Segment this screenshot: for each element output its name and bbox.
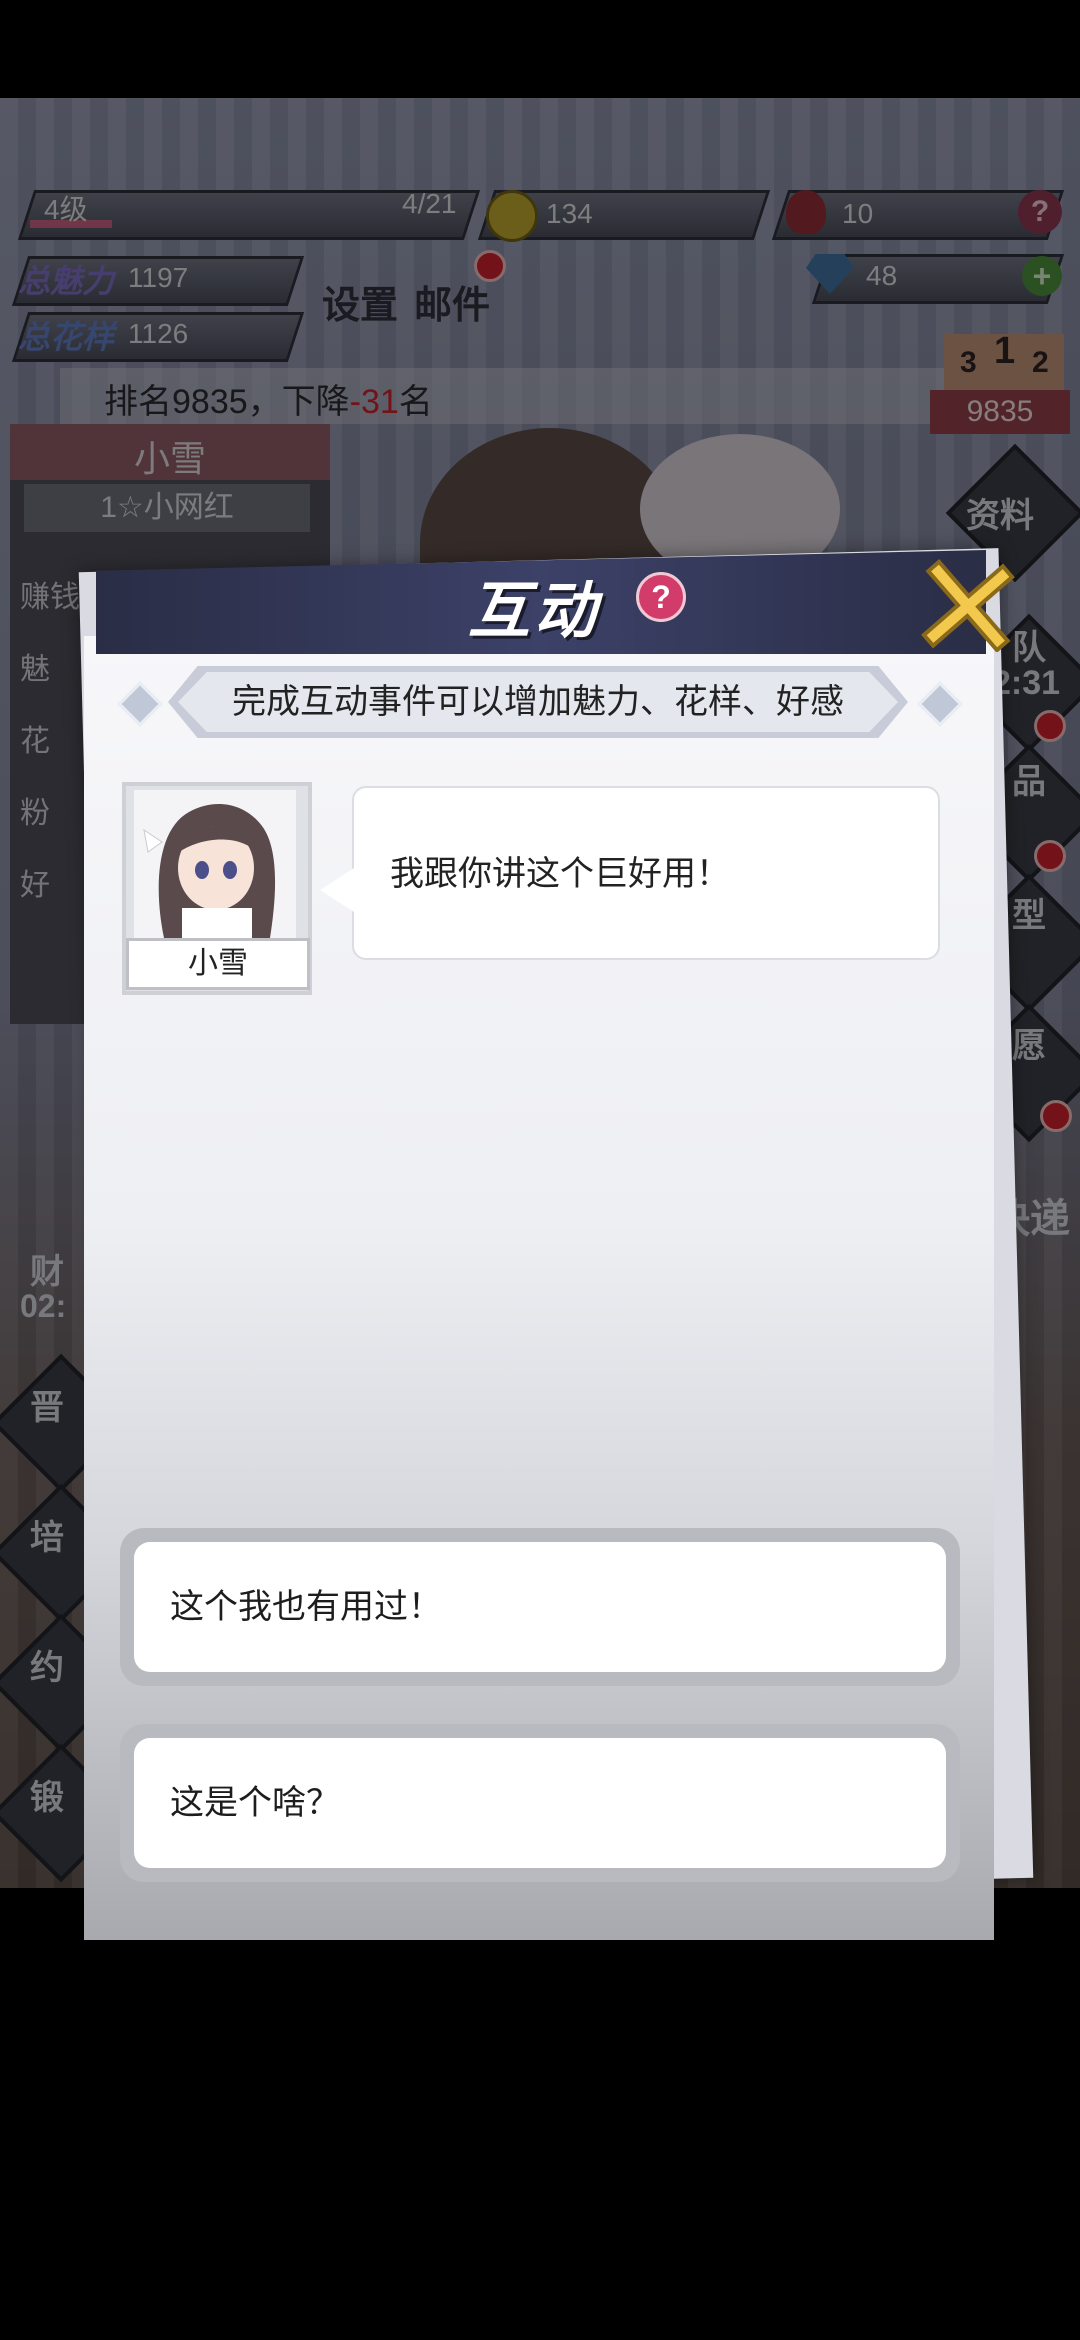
reply-option-2-text: 这是个啥？ [170,1784,340,1822]
reply-option-2[interactable]: 这是个啥？ [120,1724,960,1882]
reply-option-1[interactable]: 这个我也有用过！ [120,1528,960,1686]
speaker-avatar [134,790,296,938]
speech-text: 我跟你讲这个巨好用！ [390,855,730,893]
help-icon[interactable]: ? [636,572,686,622]
reply-option-1-text: 这个我也有用过！ [170,1588,442,1626]
hint-banner-text: 完成互动事件可以增加魅力、花样、好感 [232,683,844,721]
dialog-title: 互动 [468,577,601,646]
speaker-name: 小雪 [126,938,310,990]
speech-bubble-tail [320,868,354,912]
close-icon[interactable] [918,552,1018,652]
